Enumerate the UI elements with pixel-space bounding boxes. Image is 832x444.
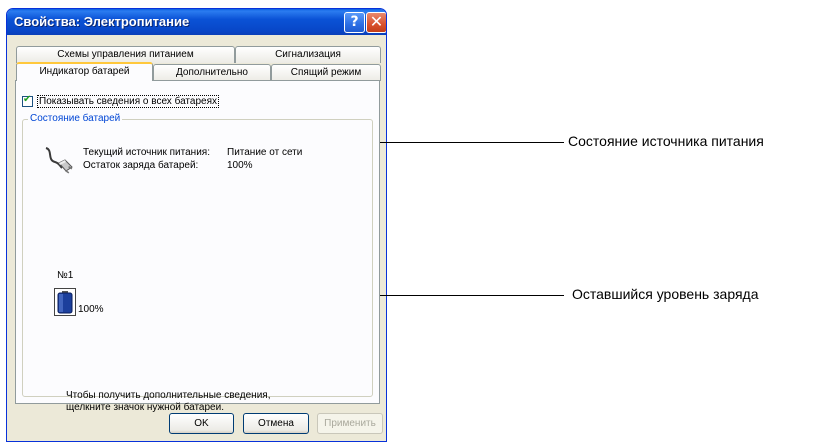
question-mark-icon: ? [350,14,359,30]
battery-number-label: №1 [57,270,74,281]
power-plug-icon [45,147,73,174]
power-source-label: Текущий источник питания: [83,147,210,158]
help-text-line-2: щелкните значок нужной батареи. [66,402,224,413]
checkbox-label[interactable]: Показывать сведения о всех батареях [37,95,219,108]
cancel-button-label: Отмена [258,418,294,429]
battery-charge-label: Остаток заряда батарей: [83,160,199,171]
power-source-value: Питание от сети [227,147,303,158]
checkmark-icon: ✔ [23,94,32,105]
tab-hibernate-label: Спящий режим [290,67,362,78]
title-bar[interactable]: Свойства: Электропитание ? ✕ [7,9,386,35]
close-icon: ✕ [369,12,384,31]
properties-dialog: Свойства: Электропитание ? ✕ Схемы управ… [6,8,387,442]
close-button[interactable]: ✕ [366,12,386,33]
battery-help-text: Чтобы получить дополнительные сведения, … [66,390,270,414]
tab-advanced-label: Дополнительно [176,67,248,78]
tab-power-schemes-label: Схемы управления питанием [57,49,194,60]
checkbox-box[interactable]: ✔ [22,94,33,107]
tab-panel-battery-meter: ✔ Показывать сведения о всех батареях Со… [15,80,380,413]
tab-battery-meter[interactable]: Индикатор батарей [16,62,153,81]
tab-hibernate[interactable]: Спящий режим [271,64,381,81]
apply-button[interactable]: Применить [317,413,383,434]
help-button[interactable]: ? [344,12,365,33]
battery-percent-label: 100% [78,304,104,315]
ok-button-label: OK [194,418,209,429]
apply-button-label: Применить [324,418,376,429]
battery-charge-value: 100% [227,160,253,171]
group-title: Состояние батарей [28,113,123,124]
tab-advanced[interactable]: Дополнительно [153,64,271,81]
tab-alarms-label: Сигнализация [275,49,341,60]
cancel-button[interactable]: Отмена [243,413,309,434]
tab-power-schemes[interactable]: Схемы управления питанием [16,46,235,63]
show-all-batteries-checkbox[interactable]: ✔ Показывать сведения о всех батареях [22,94,219,108]
battery-icon[interactable] [54,288,76,316]
callout-power-source: Состояние источника питания [568,133,764,149]
callout-charge-level: Оставшийся уровень заряда [572,286,759,302]
tab-alarms[interactable]: Сигнализация [235,46,381,63]
ok-button[interactable]: OK [169,413,234,434]
window-title: Свойства: Электропитание [14,14,190,29]
help-text-line-1: Чтобы получить дополнительные сведения, [66,390,271,401]
battery-status-group: Состояние батарей Текущий источник питан… [22,113,373,413]
tab-battery-meter-label: Индикатор батарей [39,66,130,77]
